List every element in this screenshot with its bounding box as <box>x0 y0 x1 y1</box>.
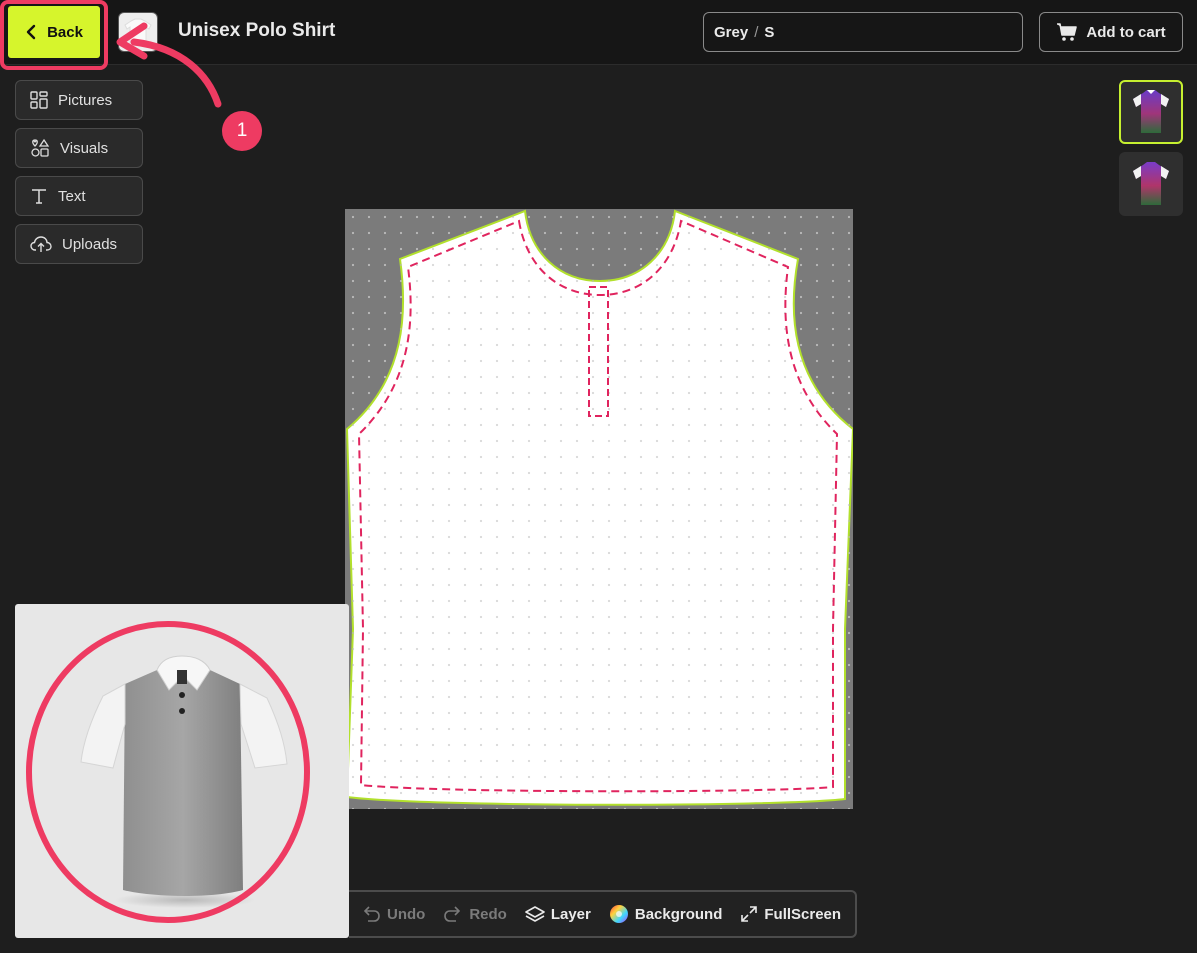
add-to-cart-label: Add to cart <box>1086 23 1166 41</box>
product-preview <box>15 604 349 938</box>
pictures-label: Pictures <box>58 91 113 109</box>
layer-label: Layer <box>550 905 591 923</box>
undo-icon <box>363 906 380 922</box>
add-to-cart-button[interactable]: Add to cart <box>1039 12 1183 52</box>
fullscreen-button[interactable]: FullScreen <box>740 905 841 923</box>
variant-color: Grey <box>714 23 749 41</box>
undo-button[interactable]: Undo <box>361 906 425 923</box>
view-thumb-back[interactable] <box>1119 152 1183 216</box>
text-button[interactable]: Text <box>15 176 143 216</box>
text-label: Text <box>58 187 86 205</box>
shapes-icon <box>31 138 50 157</box>
preview-highlight-circle <box>26 621 310 923</box>
visuals-button[interactable]: Visuals <box>15 128 143 168</box>
uploads-button[interactable]: Uploads <box>15 224 143 264</box>
cart-icon <box>1057 23 1078 41</box>
redo-icon <box>444 906 461 922</box>
color-wheel-icon <box>609 905 628 923</box>
fullscreen-label: FullScreen <box>764 905 842 923</box>
uploads-label: Uploads <box>62 235 118 253</box>
variant-selector[interactable]: Grey / S <box>703 12 1023 52</box>
canvas-toolbar: Undo Redo Layer Background FullScreen <box>349 890 857 938</box>
layer-button[interactable]: Layer <box>525 905 591 923</box>
grid-icon <box>30 91 48 109</box>
expand-icon <box>741 906 758 922</box>
layers-icon <box>525 906 545 922</box>
undo-label: Undo <box>387 905 426 923</box>
redo-label: Redo <box>469 905 507 923</box>
background-label: Background <box>634 905 723 923</box>
variant-size: S <box>764 23 775 41</box>
annotation-arrow <box>116 22 222 108</box>
design-canvas[interactable] <box>345 209 853 809</box>
redo-button[interactable]: Redo <box>443 906 507 923</box>
shirt-thumbnail <box>1133 90 1169 133</box>
step-badge: 1 <box>222 111 262 151</box>
view-thumb-front[interactable] <box>1119 80 1183 144</box>
back-button-highlight <box>0 0 108 70</box>
visuals-label: Visuals <box>60 139 109 157</box>
shirt-thumbnail <box>1133 162 1169 205</box>
background-button[interactable]: Background <box>609 904 723 924</box>
variant-separator: / <box>754 23 759 41</box>
cloud-upload-icon <box>30 236 52 252</box>
text-icon <box>32 189 46 204</box>
